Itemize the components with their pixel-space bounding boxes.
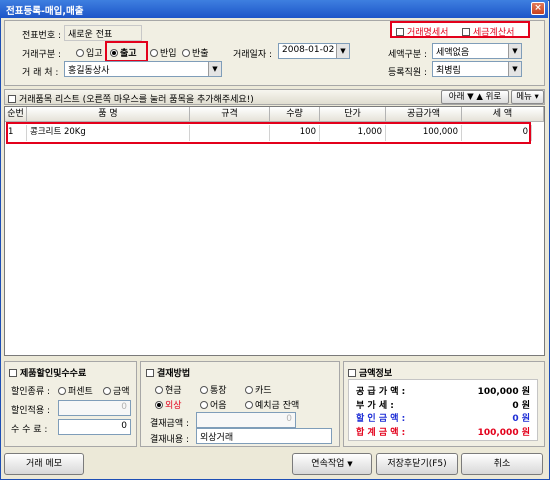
slip-no-label: 전표번호 : [22,31,62,41]
partner-label: 거 래 처 : [22,68,59,78]
col-header-qty[interactable]: 수량 [270,107,320,122]
checkbox-icon [396,28,404,36]
vat-label: 부 가 세 : [356,401,394,411]
discount-total-value: 0 원 [512,414,530,424]
discount-amount-radio[interactable]: 금액 [103,384,130,397]
trade-date-label: 거래일자 : [233,50,273,60]
pay-deposit-radio[interactable]: 예치금 잔액 [245,398,299,411]
pay-card-radio[interactable]: 카드 [245,383,272,396]
discount-apply-input[interactable]: 0 [58,400,131,416]
chevron-down-icon[interactable]: ▼ [208,62,221,76]
radio-icon [245,401,253,409]
chevron-down-icon[interactable]: ▼ [336,44,349,58]
chevron-down-icon[interactable]: ▼ [508,44,521,58]
discount-percent-radio[interactable]: 퍼센트 [58,384,93,397]
checkbox-icon [146,369,154,377]
radio-icon [200,401,208,409]
discount-title: 제품할인및수수료 [9,366,86,379]
radio-icon [155,386,163,394]
radio-icon [182,49,190,57]
grand-total-label: 합 계 금 액 : [356,428,406,438]
cancel-button[interactable]: 취소 [461,453,543,475]
move-row-button[interactable]: 아래 ▼ ▲ 위로 [441,90,509,104]
continuous-work-button[interactable]: 연속작업 ▼ [292,453,372,475]
discount-total-label: 할 인 금 액 : [356,414,406,424]
chevron-down-icon: ▼ [347,460,353,468]
radio-out[interactable]: 출고 [110,46,137,59]
radio-icon [110,49,118,57]
statement-checkbox[interactable]: 거래명세서 [396,25,448,38]
fee-input[interactable]: 0 [58,419,131,435]
list-title: 거래품목 리스트 (오른쪽 마우스를 눌러 품목을 추가해주세요!) [8,92,254,105]
col-header-name[interactable]: 품 명 [27,107,190,122]
checkbox-icon [462,28,470,36]
pay-note-input[interactable]: 외상거래 [196,428,332,444]
radio-icon [155,401,163,409]
radio-icon [200,386,208,394]
pay-amount-input[interactable]: 0 [196,412,296,428]
pay-credit-radio[interactable]: 외상 [155,398,182,411]
radio-in[interactable]: 입고 [76,46,103,59]
col-header-tax[interactable]: 세 액 [462,107,544,122]
radio-icon [245,386,253,394]
col-header-price[interactable]: 단가 [320,107,386,122]
pay-bank-radio[interactable]: 통장 [200,383,227,396]
radio-icon [103,387,111,395]
pay-note-label: 결재내용 : [150,435,190,445]
pay-amount-label: 결재금액 : [150,419,190,429]
payment-title: 결재방법 [146,366,190,379]
close-button[interactable]: × [531,2,545,15]
radio-icon [150,49,158,57]
staff-label: 등록직원 : [388,68,428,78]
checkbox-icon [348,369,356,377]
tax-invoice-checkbox[interactable]: 세금계산서 [462,25,514,38]
pay-cash-radio[interactable]: 현금 [155,383,182,396]
partner-select[interactable]: 홍길동상사 ▼ [64,61,222,77]
discount-kind-label: 할인종류 : [11,387,51,397]
col-header-supply[interactable]: 공급가액 [386,107,462,122]
fee-label: 수 수 료 : [11,425,48,435]
radio-return-out[interactable]: 반출 [182,46,209,59]
grand-total-value: 100,000 원 [477,428,530,438]
window-title: 전표등록-매입,매출 [6,6,84,17]
supply-total-label: 공 급 가 액 : [356,387,406,397]
radio-return-in[interactable]: 반입 [150,46,177,59]
menu-button[interactable]: 메뉴 ▾ [511,90,544,104]
memo-button[interactable]: 거래 메모 [4,453,84,475]
supply-total-value: 100,000 원 [477,387,530,397]
col-header-no[interactable]: 순번 [5,107,27,122]
radio-icon [76,49,84,57]
trade-type-label: 거래구분 : [22,50,62,60]
tax-type-select[interactable]: 세액없음 ▼ [432,43,522,59]
discount-apply-label: 할인적용 : [11,406,51,416]
row-highlight [6,122,531,144]
money-title: 금액정보 [348,366,392,379]
save-close-button[interactable]: 저장후닫기(F5) [376,453,458,475]
col-header-spec[interactable]: 규격 [190,107,270,122]
checkbox-icon [8,95,16,103]
tax-type-label: 세액구분 : [388,50,428,60]
staff-select[interactable]: 최병림 ▼ [432,61,522,77]
trade-date-select[interactable]: 2008-01-02 ▼ [278,43,350,59]
checkbox-icon [9,369,17,377]
radio-icon [58,387,66,395]
slip-no-field: 새로운 전표 [64,25,142,41]
pay-bill-radio[interactable]: 어음 [200,398,227,411]
chevron-down-icon[interactable]: ▼ [508,62,521,76]
vat-value: 0 원 [512,401,530,411]
